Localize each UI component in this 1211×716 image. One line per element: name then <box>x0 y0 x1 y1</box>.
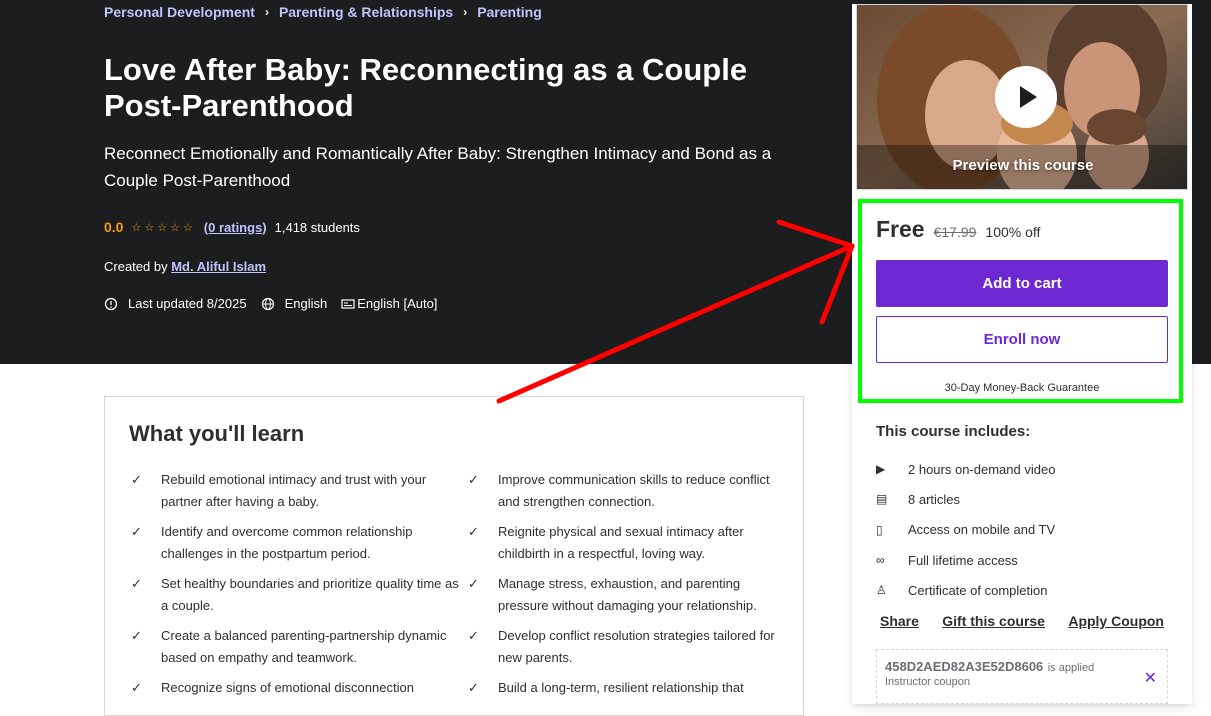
list-item: ✓ Develop conflict resolution strategies … <box>466 625 779 669</box>
video-icon: ▶ <box>876 462 886 477</box>
include-item-lifetime: ∞ Full lifetime access <box>876 552 1018 568</box>
check-icon: ✓ <box>131 524 142 539</box>
check-icon: ✓ <box>468 680 479 695</box>
gift-course-button[interactable]: Gift this course <box>942 613 1045 629</box>
coupon-type: Instructor coupon <box>885 676 970 688</box>
includes-title: This course includes: <box>876 423 1031 440</box>
sidebar-links: Share Gift this course Apply Coupon <box>880 613 1164 629</box>
breadcrumb-item-personal-development[interactable]: Personal Development <box>104 4 255 20</box>
share-button[interactable]: Share <box>880 613 919 629</box>
learn-title: What you'll learn <box>129 421 305 446</box>
list-item: ✓ Recognize signs of emotional disconnect… <box>129 677 466 699</box>
list-item: ✓ Identify and overcome common relationsh… <box>129 521 466 565</box>
check-icon: ✓ <box>468 576 479 591</box>
include-item-mobile: ▯ Access on mobile and TV <box>876 522 1056 538</box>
created-by: Created by Md. Aliful Islam <box>104 259 266 274</box>
infinity-icon: ∞ <box>876 553 885 568</box>
students-count: 1,418 students <box>274 219 360 235</box>
check-icon: ✓ <box>131 472 142 487</box>
apply-coupon-button[interactable]: Apply Coupon <box>1068 613 1164 629</box>
list-item: ✓ Set healthy boundaries and prioritize q… <box>129 573 466 617</box>
created-by-label: Created by <box>104 259 168 274</box>
include-item-certificate: ♙ Certificate of completion <box>876 582 1048 598</box>
alert-badge-icon <box>104 297 118 310</box>
breadcrumb-item-parenting[interactable]: Parenting <box>477 4 542 20</box>
includes-list: ▶ 2 hours on-demand video ▤ 8 articles ▯ Ac… <box>876 454 1055 605</box>
close-icon[interactable]: ✕ <box>1144 668 1157 688</box>
coupon-status: is applied <box>1047 662 1095 674</box>
trophy-icon: ♙ <box>876 583 887 598</box>
language: English <box>261 296 328 311</box>
list-item: ✓ Improve communication skills to reduce … <box>466 469 779 513</box>
check-icon: ✓ <box>131 680 142 695</box>
list-item: ✓ Manage stress, exhaustion, and parentin… <box>466 573 779 617</box>
course-preview-video[interactable]: Preview this course <box>856 4 1188 190</box>
check-icon: ✓ <box>468 472 479 487</box>
chevron-right-icon: › <box>264 5 269 19</box>
list-item: ✓ Create a balanced parenting-partnership… <box>129 625 466 669</box>
applied-coupon: 458D2AED82A3E52D8606 is applied Instruct… <box>876 649 1168 704</box>
last-updated: Last updated 8/2025 <box>104 296 247 311</box>
mobile-icon: ▯ <box>876 522 883 537</box>
list-item: ✓ Build a long-term, resilient relationsh… <box>466 677 779 699</box>
breadcrumb: Personal Development › Parenting & Relat… <box>104 4 542 20</box>
list-item: ✓ Reignite physical and sexual intimacy a… <box>466 521 779 565</box>
last-updated-text: Last updated 8/2025 <box>128 296 247 311</box>
learn-list: ✓ Rebuild emotional intimacy and trust wi… <box>129 469 779 699</box>
what-you-will-learn: What you'll learn ✓ Rebuild emotional int… <box>104 396 804 716</box>
check-icon: ✓ <box>468 628 479 643</box>
include-item-articles: ▤ 8 articles <box>876 491 961 507</box>
chevron-right-icon: › <box>463 5 468 19</box>
globe-icon <box>261 297 274 310</box>
rating-row: 0.0 ☆☆☆☆☆ (0 ratings) 1,418 students <box>104 219 360 235</box>
captions-text: English [Auto] <box>357 296 438 311</box>
captions: English [Auto] <box>341 296 437 311</box>
instructor-link[interactable]: Md. Aliful Islam <box>171 259 266 274</box>
breadcrumb-item-parenting-relationships[interactable]: Parenting & Relationships <box>279 4 453 20</box>
course-meta: Last updated 8/2025 English English [Aut… <box>104 296 451 311</box>
list-item: ✓ Rebuild emotional intimacy and trust wi… <box>129 469 466 513</box>
rating-value: 0.0 <box>104 219 124 235</box>
play-icon[interactable] <box>995 66 1057 128</box>
closed-captions-icon <box>341 298 355 309</box>
highlight-box <box>858 199 1183 403</box>
check-icon: ✓ <box>131 576 142 591</box>
article-icon: ▤ <box>876 492 888 507</box>
ratings-link[interactable]: (0 ratings) <box>204 220 267 235</box>
preview-label: Preview this course <box>952 157 1094 174</box>
star-rating-icon: ☆☆☆☆☆ <box>131 221 196 234</box>
course-title: Love After Baby: Reconnecting as a Coupl… <box>104 52 748 123</box>
language-text: English <box>284 296 328 311</box>
include-item-video: ▶ 2 hours on-demand video <box>876 461 1056 477</box>
check-icon: ✓ <box>468 524 479 539</box>
course-subtitle: Reconnect Emotionally and Romantically A… <box>104 144 772 190</box>
coupon-code: 458D2AED82A3E52D8606 <box>885 659 1044 674</box>
check-icon: ✓ <box>131 628 142 643</box>
